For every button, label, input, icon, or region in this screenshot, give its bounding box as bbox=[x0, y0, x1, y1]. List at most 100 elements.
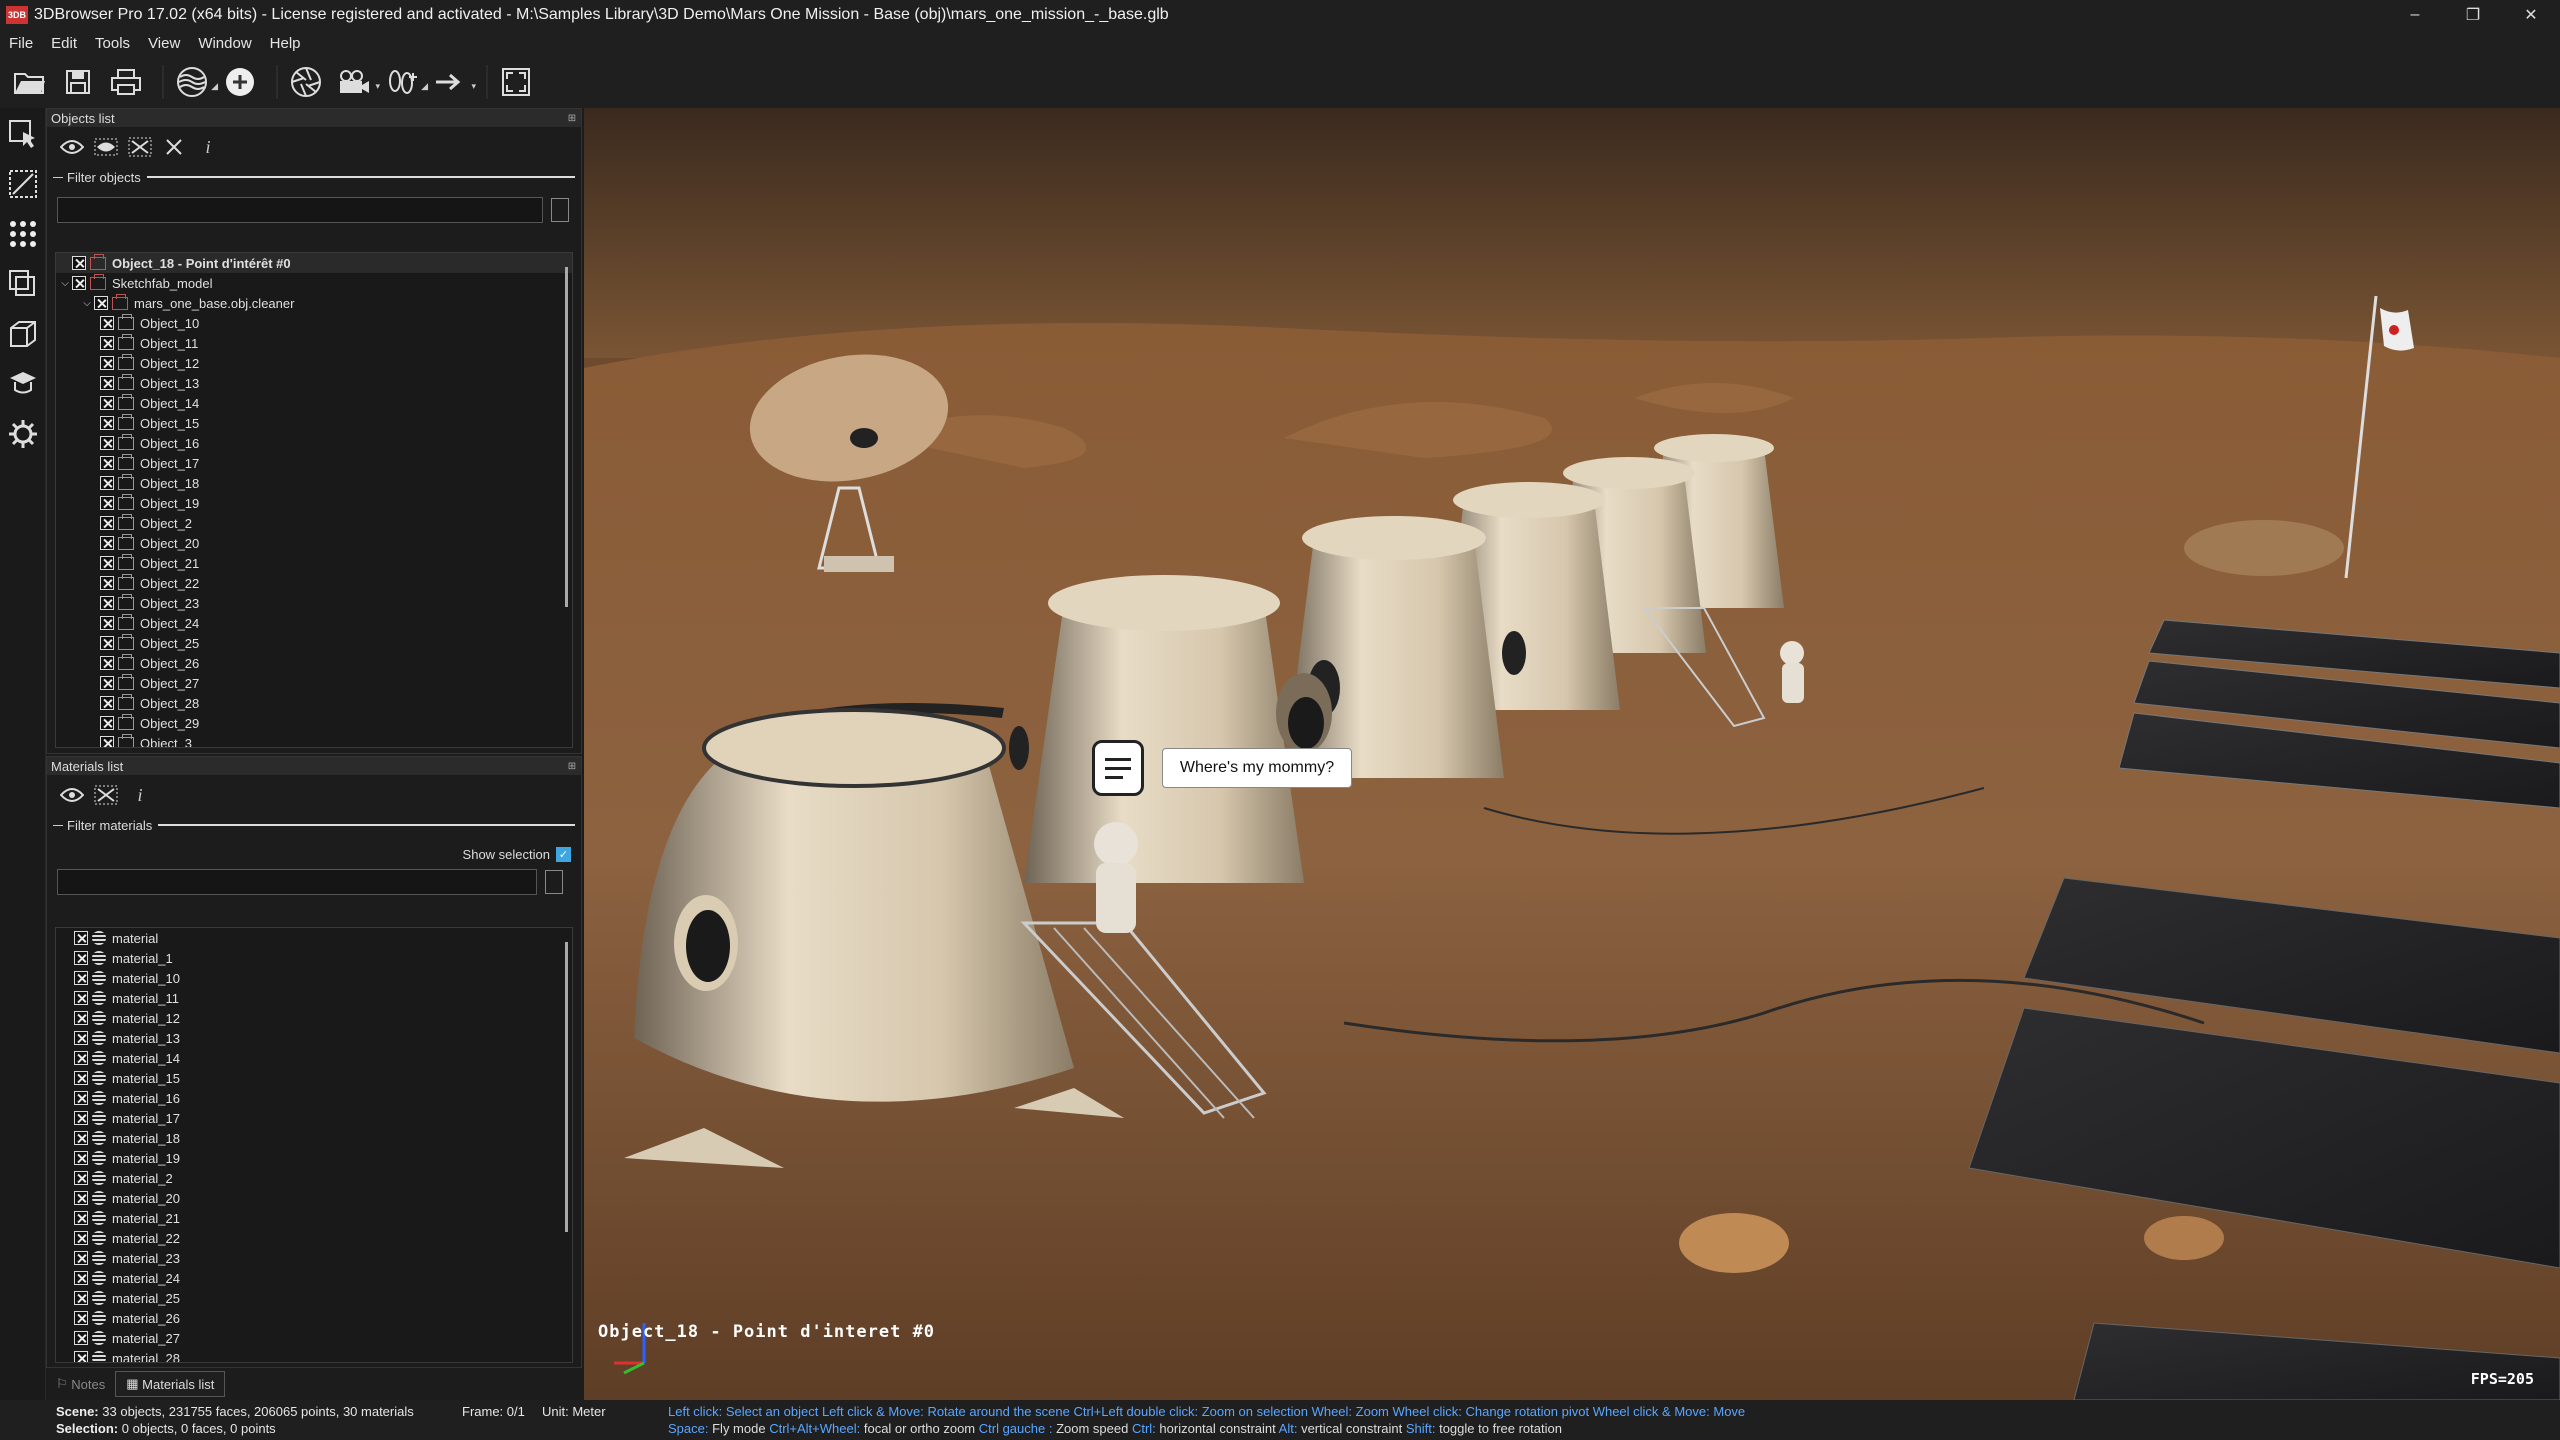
material-row[interactable]: material_15 bbox=[56, 1068, 572, 1088]
camera-icon[interactable]: ▾ bbox=[334, 62, 380, 102]
object-row[interactable]: Object_29 bbox=[56, 713, 572, 733]
visibility-checkbox[interactable] bbox=[100, 576, 114, 590]
pin-icon[interactable]: ⊞ bbox=[563, 113, 581, 124]
visibility-checkbox[interactable] bbox=[100, 336, 114, 350]
chevron-down-icon[interactable]: ⌵ bbox=[80, 298, 94, 309]
visibility-checkbox[interactable] bbox=[74, 1031, 88, 1045]
material-row[interactable]: material_21 bbox=[56, 1208, 572, 1228]
menu-file[interactable]: File bbox=[0, 35, 42, 52]
visibility-checkbox[interactable] bbox=[100, 316, 114, 330]
tree-row-root[interactable]: ⌵ Sketchfab_model bbox=[56, 273, 572, 293]
render-mode-icon[interactable]: ◢ bbox=[172, 62, 218, 102]
fullscreen-icon[interactable] bbox=[496, 62, 536, 102]
visibility-checkbox[interactable] bbox=[94, 296, 108, 310]
visibility-checkbox[interactable] bbox=[74, 951, 88, 965]
show-icon[interactable] bbox=[57, 780, 87, 810]
visibility-checkbox[interactable] bbox=[74, 1331, 88, 1345]
minimize-button[interactable]: – bbox=[2386, 0, 2444, 30]
material-row[interactable]: material_10 bbox=[56, 968, 572, 988]
object-row[interactable]: Object_16 bbox=[56, 433, 572, 453]
object-row[interactable]: Object_3 bbox=[56, 733, 572, 747]
material-row[interactable]: material_27 bbox=[56, 1328, 572, 1348]
object-row[interactable]: Object_17 bbox=[56, 453, 572, 473]
visibility-checkbox[interactable] bbox=[100, 596, 114, 610]
menu-edit[interactable]: Edit bbox=[42, 35, 86, 52]
filter-objects-button[interactable] bbox=[551, 198, 569, 222]
filter-objects-input[interactable] bbox=[57, 197, 543, 223]
material-row[interactable]: material_13 bbox=[56, 1028, 572, 1048]
tab-materials-list[interactable]: ▦ Materials list bbox=[115, 1371, 226, 1397]
visibility-checkbox[interactable] bbox=[74, 931, 88, 945]
show-selected-icon[interactable] bbox=[91, 132, 121, 162]
objects-scrollbar[interactable] bbox=[565, 267, 568, 607]
materials-scrollbar[interactable] bbox=[565, 942, 568, 1232]
material-row[interactable]: material_19 bbox=[56, 1148, 572, 1168]
cube-wireframe-icon[interactable] bbox=[3, 314, 43, 354]
tree-row-selected[interactable]: Object_18 - Point d'intérêt #0 bbox=[56, 253, 572, 273]
object-row[interactable]: Object_13 bbox=[56, 373, 572, 393]
visibility-checkbox[interactable] bbox=[74, 1131, 88, 1145]
menu-tools[interactable]: Tools bbox=[86, 35, 139, 52]
visibility-checkbox[interactable] bbox=[74, 1071, 88, 1085]
print-icon[interactable] bbox=[106, 62, 146, 102]
select-object-icon[interactable] bbox=[3, 114, 43, 154]
object-row[interactable]: Object_10 bbox=[56, 313, 572, 333]
visibility-checkbox[interactable] bbox=[74, 1291, 88, 1305]
add-light-icon[interactable] bbox=[220, 62, 260, 102]
visibility-checkbox[interactable] bbox=[100, 356, 114, 370]
tab-notes[interactable]: ⚐ Notes bbox=[46, 1371, 115, 1397]
save-icon[interactable] bbox=[58, 62, 98, 102]
object-row[interactable]: Object_24 bbox=[56, 613, 572, 633]
visibility-checkbox[interactable] bbox=[74, 1251, 88, 1265]
walk-icon[interactable]: ◢ bbox=[382, 62, 428, 102]
object-row[interactable]: Object_12 bbox=[56, 353, 572, 373]
menu-view[interactable]: View bbox=[139, 35, 189, 52]
object-row[interactable]: Object_2 bbox=[56, 513, 572, 533]
object-row[interactable]: Object_25 bbox=[56, 633, 572, 653]
visibility-checkbox[interactable] bbox=[100, 736, 114, 747]
visibility-checkbox[interactable] bbox=[74, 1191, 88, 1205]
material-row[interactable]: material_17 bbox=[56, 1108, 572, 1128]
hide-selected-icon[interactable] bbox=[91, 780, 121, 810]
scene-tree-icon[interactable] bbox=[3, 364, 43, 404]
object-row[interactable]: Object_27 bbox=[56, 673, 572, 693]
filter-materials-button[interactable] bbox=[545, 870, 563, 894]
arrow-right-icon[interactable]: ▾ bbox=[430, 62, 476, 102]
material-row[interactable]: material_24 bbox=[56, 1268, 572, 1288]
visibility-checkbox[interactable] bbox=[100, 476, 114, 490]
object-row[interactable]: Object_23 bbox=[56, 593, 572, 613]
visibility-checkbox[interactable] bbox=[100, 416, 114, 430]
visibility-checkbox[interactable] bbox=[100, 636, 114, 650]
visibility-checkbox[interactable] bbox=[100, 456, 114, 470]
aperture-icon[interactable] bbox=[286, 62, 326, 102]
3d-viewport[interactable]: Where's my mommy? Object_18 - Point d'in… bbox=[584, 108, 2560, 1400]
menu-help[interactable]: Help bbox=[261, 35, 310, 52]
object-row[interactable]: Object_19 bbox=[56, 493, 572, 513]
tree-row-child[interactable]: ⌵ mars_one_base.obj.cleaner bbox=[56, 293, 572, 313]
object-row[interactable]: Object_11 bbox=[56, 333, 572, 353]
info-icon[interactable]: i bbox=[125, 780, 155, 810]
visibility-checkbox[interactable] bbox=[100, 716, 114, 730]
material-row[interactable]: material_22 bbox=[56, 1228, 572, 1248]
visibility-checkbox[interactable] bbox=[100, 436, 114, 450]
filter-materials-input[interactable] bbox=[57, 869, 537, 895]
material-row[interactable]: material_23 bbox=[56, 1248, 572, 1268]
object-row[interactable]: Object_21 bbox=[56, 553, 572, 573]
show-icon[interactable] bbox=[57, 132, 87, 162]
hide-selected-icon[interactable] bbox=[125, 132, 155, 162]
material-row[interactable]: material_12 bbox=[56, 1008, 572, 1028]
visibility-checkbox[interactable] bbox=[100, 516, 114, 530]
maximize-button[interactable]: ❐ bbox=[2444, 0, 2502, 30]
visibility-checkbox[interactable] bbox=[100, 496, 114, 510]
open-folder-icon[interactable] bbox=[10, 62, 50, 102]
material-row[interactable]: material_26 bbox=[56, 1308, 572, 1328]
settings-icon[interactable] bbox=[3, 414, 43, 454]
visibility-checkbox[interactable] bbox=[74, 1171, 88, 1185]
measure-icon[interactable] bbox=[3, 164, 43, 204]
object-row[interactable]: Object_20 bbox=[56, 533, 572, 553]
show-selection-checkbox[interactable]: ✓ bbox=[556, 846, 571, 862]
visibility-checkbox[interactable] bbox=[74, 1231, 88, 1245]
note-icon[interactable] bbox=[1092, 740, 1144, 796]
visibility-checkbox[interactable] bbox=[100, 396, 114, 410]
object-row[interactable]: Object_28 bbox=[56, 693, 572, 713]
